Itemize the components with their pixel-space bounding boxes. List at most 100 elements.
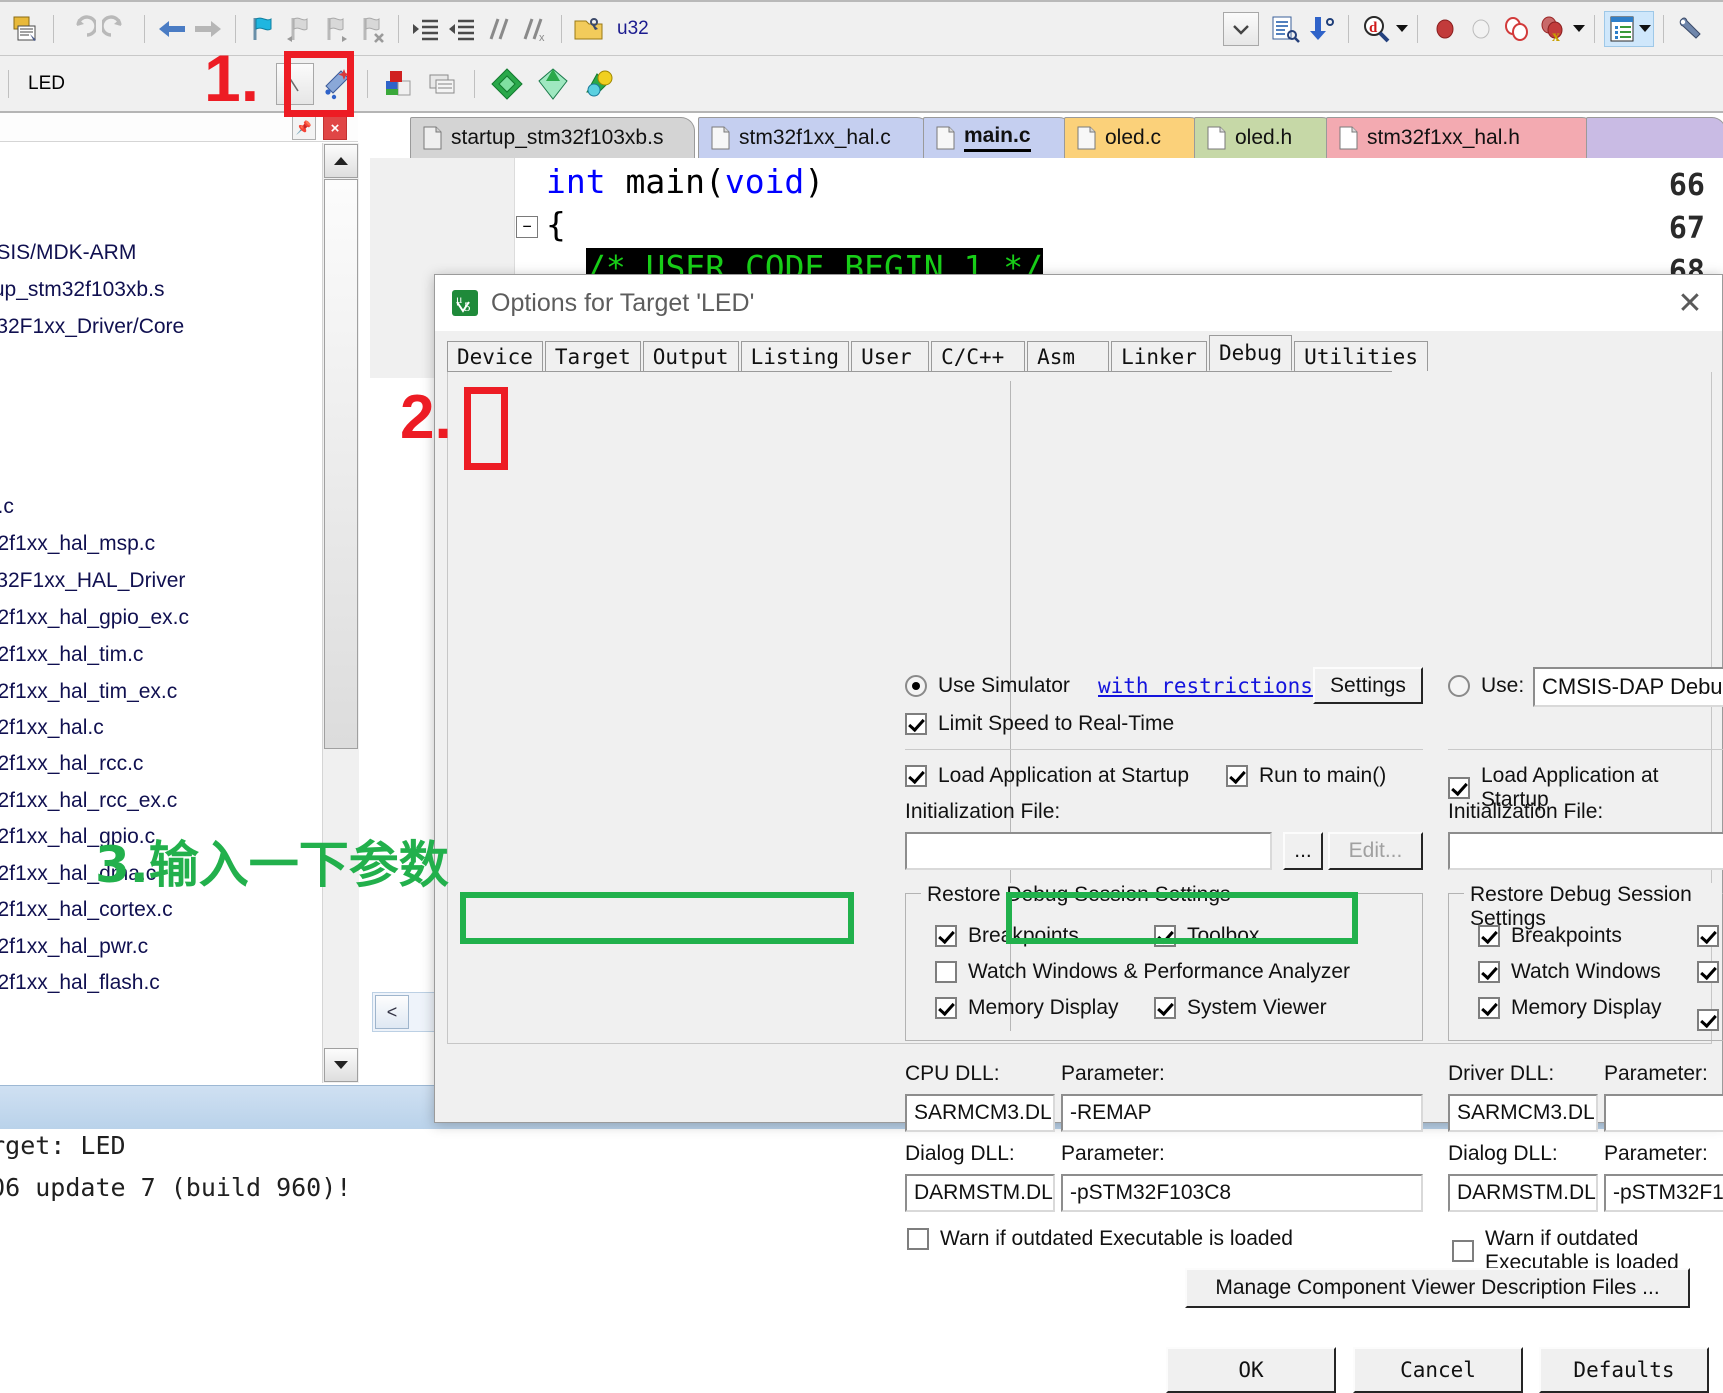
- breakpoints-kill-icon[interactable]: x: [1535, 11, 1571, 47]
- configure-icon[interactable]: [1673, 11, 1709, 47]
- file-tab-hal-h[interactable]: stm32f1xx_hal.h: [1326, 117, 1596, 158]
- memory-display-checkbox[interactable]: [935, 997, 957, 1019]
- back-icon[interactable]: [154, 11, 190, 47]
- tree-item[interactable]: STM32F1xx_Driver/Core: [0, 315, 184, 339]
- tree-item[interactable]: stm32f1xx_hal_tim_ex.c: [0, 680, 177, 704]
- pin-icon[interactable]: 📌: [292, 116, 316, 140]
- tab-asm[interactable]: Asm: [1027, 341, 1110, 371]
- left-restore-watch-windows[interactable]: Watch Windows & Performance Analyzer: [935, 960, 1350, 984]
- dialog-param-input[interactable]: -pSTM32F103C8: [1061, 1174, 1423, 1212]
- cpu-dll-input[interactable]: SARMCM3.DLL: [905, 1094, 1055, 1132]
- tree-item[interactable]: stm32f1xx_hal_rcc_ex.c: [0, 789, 177, 813]
- tab-cpp[interactable]: C/C++: [931, 341, 1026, 371]
- close-icon[interactable]: ✕: [1664, 281, 1716, 325]
- left-restore-system-viewer[interactable]: System Viewer: [1154, 996, 1327, 1020]
- uncomment-icon[interactable]: x: [516, 11, 552, 47]
- tab-debug[interactable]: Debug: [1208, 335, 1293, 371]
- tree-item[interactable]: startup_stm32f103xb.s: [0, 278, 164, 302]
- close-icon[interactable]: ×: [323, 116, 347, 140]
- dialog-dll-input[interactable]: DARMSTM.DLL: [905, 1174, 1055, 1212]
- limit-speed-checkbox[interactable]: [905, 713, 927, 735]
- system-viewer-checkbox[interactable]: [1697, 1009, 1719, 1031]
- right-restore-tracepoints[interactable]: Tracepoints: [1697, 960, 1723, 984]
- file-tab-main-c[interactable]: main.c: [923, 117, 1073, 158]
- right-restore-breakpoints[interactable]: Breakpoints: [1478, 924, 1622, 948]
- find-in-files-icon[interactable]: [1267, 11, 1303, 47]
- use-simulator-row[interactable]: Use Simulator: [905, 674, 1070, 698]
- left-init-file-input[interactable]: [905, 832, 1272, 870]
- manage-windows-button[interactable]: [1604, 10, 1654, 47]
- tree-item[interactable]: main.c: [0, 495, 14, 519]
- use-debugger-row[interactable]: Use:: [1448, 674, 1524, 698]
- tab-listing[interactable]: Listing: [740, 341, 850, 371]
- right-restore-system-viewer[interactable]: System Viewer: [1697, 996, 1723, 1044]
- left-warn-outdated-row[interactable]: Warn if outdated Executable is loaded: [907, 1227, 1293, 1251]
- magnifier-icon[interactable]: d: [1358, 11, 1394, 47]
- scroll-down-button[interactable]: [324, 1048, 358, 1082]
- use-simulator-radio[interactable]: [905, 675, 927, 697]
- tree-item[interactable]: stm32f1xx_hal_flash.c: [0, 971, 160, 995]
- with-restrictions-link[interactable]: with restrictions: [1098, 674, 1313, 698]
- warn-outdated-checkbox[interactable]: [1452, 1240, 1474, 1262]
- scroll-left-button[interactable]: <: [375, 995, 409, 1029]
- tree-item[interactable]: stm32f1xx_hal_cortex.c: [0, 898, 173, 922]
- manage-windows-caret[interactable]: [1639, 25, 1651, 32]
- save-all-icon[interactable]: [8, 11, 44, 47]
- driver-dll-input[interactable]: SARMCM3.DLL: [1448, 1094, 1598, 1132]
- debugger-select[interactable]: CMSIS-DAP Debugger: [1533, 667, 1723, 707]
- load-app-checkbox[interactable]: [1448, 777, 1470, 799]
- breakpoints-checkbox[interactable]: [1478, 925, 1500, 947]
- scroll-up-button[interactable]: [324, 144, 358, 178]
- file-tab-oled-c[interactable]: oled.c: [1064, 117, 1204, 158]
- left-load-app-row[interactable]: Load Application at Startup: [905, 764, 1189, 788]
- indent-icon[interactable]: [408, 11, 444, 47]
- load-app-checkbox[interactable]: [905, 765, 927, 787]
- right-restore-toolbox[interactable]: Toolbox: [1697, 924, 1723, 948]
- right-restore-memory-display[interactable]: Memory Display: [1478, 996, 1662, 1020]
- right-init-file-input[interactable]: [1448, 832, 1723, 870]
- target-dropdown-button[interactable]: [1223, 11, 1259, 46]
- tracepoints-checkbox[interactable]: [1697, 961, 1719, 983]
- file-tab-oled-h[interactable]: oled.h: [1194, 117, 1336, 158]
- insert-icon[interactable]: [1303, 11, 1339, 47]
- right-dialog-param-input[interactable]: -pSTM32F103C8: [1604, 1174, 1723, 1212]
- breakpoints-dropdown-caret[interactable]: [1573, 25, 1585, 32]
- tree-item[interactable]: ::CMSIS/MDK-ARM: [0, 241, 136, 265]
- tab-linker[interactable]: Linker: [1111, 341, 1207, 371]
- bookmark-next-icon[interactable]: [317, 11, 353, 47]
- tab-utilities[interactable]: Utilities: [1294, 341, 1428, 371]
- tab-output[interactable]: Output: [642, 341, 739, 371]
- left-browse-button[interactable]: ...: [1283, 832, 1323, 870]
- tree-item[interactable]: stm32f1xx_hal_rcc.c: [0, 752, 143, 776]
- watch-windows-checkbox[interactable]: [1478, 961, 1500, 983]
- project-vertical-scrollbar[interactable]: [322, 143, 359, 1083]
- warn-outdated-checkbox[interactable]: [907, 1228, 929, 1250]
- left-restore-memory-display[interactable]: Memory Display: [935, 996, 1119, 1020]
- defaults-button[interactable]: Defaults: [1539, 1347, 1709, 1393]
- tab-user[interactable]: User: [851, 341, 930, 371]
- toolbox-checkbox[interactable]: [1697, 925, 1719, 947]
- redo-icon[interactable]: [99, 11, 135, 47]
- cancel-button[interactable]: Cancel: [1353, 1347, 1523, 1393]
- tab-target[interactable]: Target: [544, 341, 641, 371]
- fold-toggle-icon[interactable]: −: [516, 216, 538, 238]
- file-tab-extra[interactable]: [1586, 117, 1723, 158]
- ok-button[interactable]: OK: [1166, 1347, 1336, 1393]
- watch-windows-checkbox[interactable]: [935, 961, 957, 983]
- tree-item[interactable]: stm32f1xx_hal_tim.c: [0, 643, 143, 667]
- tab-device[interactable]: Device: [447, 341, 543, 371]
- file-tab-startup[interactable]: startup_stm32f103xb.s: [410, 117, 695, 158]
- manage-component-viewer-button[interactable]: Manage Component Viewer Description File…: [1185, 1268, 1690, 1308]
- right-restore-watch-windows[interactable]: Watch Windows: [1478, 960, 1661, 984]
- bookmark-clear-icon[interactable]: [353, 11, 389, 47]
- memory-display-checkbox[interactable]: [1478, 997, 1500, 1019]
- tree-item[interactable]: STM32F1xx_HAL_Driver: [0, 569, 185, 593]
- system-viewer-checkbox[interactable]: [1154, 997, 1176, 1019]
- comment-icon[interactable]: [480, 11, 516, 47]
- limit-speed-row[interactable]: Limit Speed to Real-Time: [905, 712, 1174, 736]
- run-to-main-checkbox[interactable]: [1226, 765, 1248, 787]
- scroll-thumb[interactable]: [324, 179, 358, 749]
- open-file-icon[interactable]: [571, 11, 607, 47]
- batch-build-icon[interactable]: [484, 61, 530, 107]
- breakpoints-all-icon[interactable]: [1499, 11, 1535, 47]
